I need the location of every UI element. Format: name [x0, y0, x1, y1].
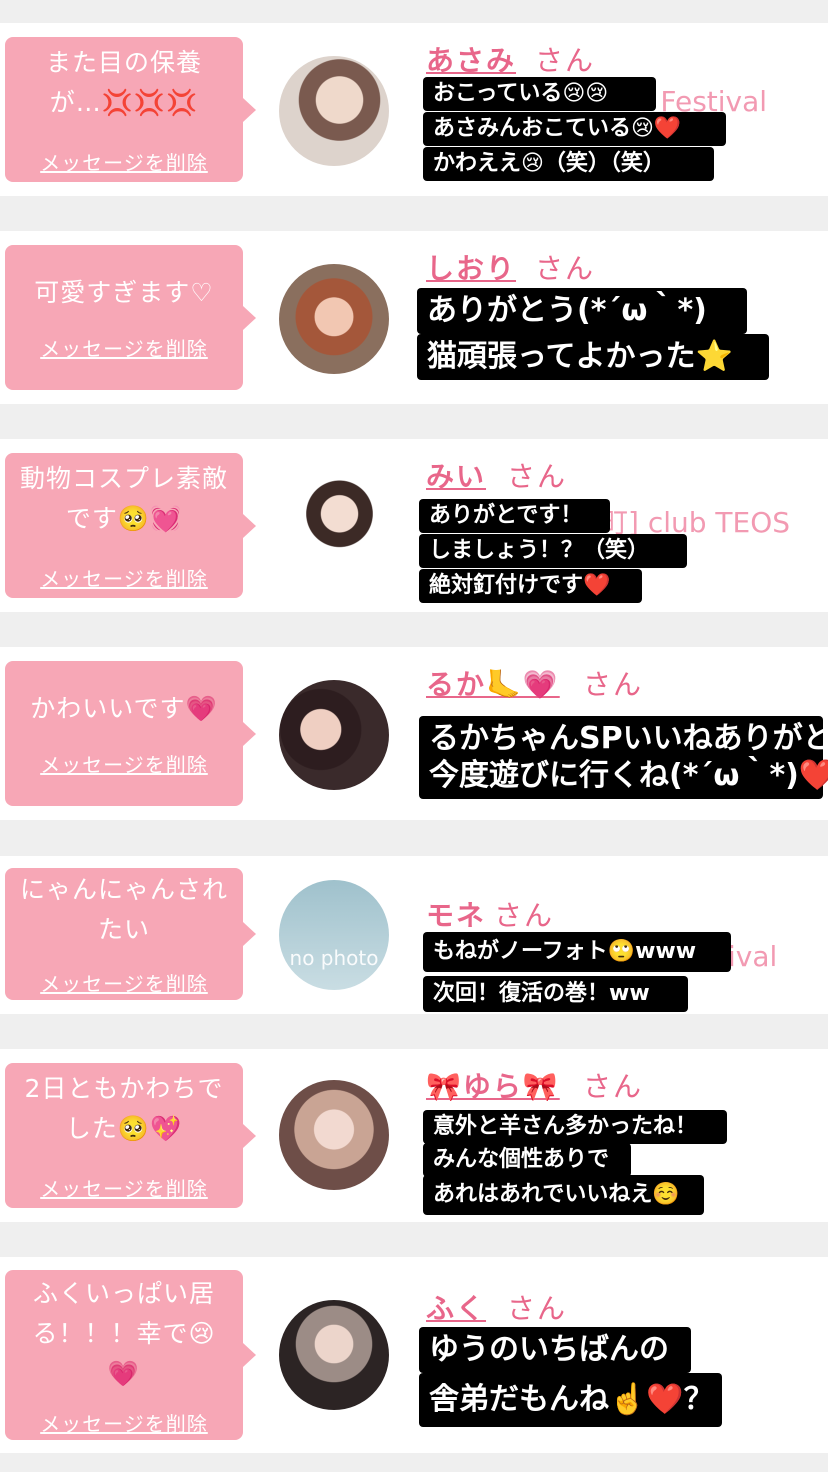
caption-line: 意外と羊さん多かったね！ [423, 1110, 727, 1144]
message-text: にゃんにゃんされ たい [13, 870, 235, 950]
message-line: 2日ともかわちで [24, 1074, 224, 1103]
delete-message-link[interactable]: メッセージを削除 [5, 563, 243, 592]
message-line: ふくいっぱい居 [32, 1279, 215, 1308]
honorific-label: さん [507, 460, 568, 493]
caption-line: もねがノーフォト🙄www [423, 932, 731, 972]
message-line: です🥺💓 [65, 504, 183, 533]
caption-line: あれはあれでいいねえ☺️ [423, 1175, 704, 1215]
avatar[interactable] [279, 264, 389, 374]
honorific-label: さん [583, 668, 644, 701]
cast-name-link[interactable]: ふく [426, 1287, 486, 1327]
caption-line: しましょう！？（笑） [419, 534, 687, 568]
delete-message-link[interactable]: メッセージを削除 [5, 147, 243, 176]
message-card: 動物コスプレ素敵 です🥺💓 メッセージを削除 みい さん 町] club TEO… [0, 439, 828, 612]
cast-name-link[interactable]: るか🦶💗 [426, 663, 560, 703]
cast-name-link[interactable]: あさみ [426, 39, 516, 79]
avatar[interactable] [279, 56, 389, 166]
caption-line: ありがとです！ [419, 499, 610, 533]
message-bubble: また目の保養 が…💢💢💢 メッセージを削除 [5, 37, 256, 182]
cast-name-link[interactable]: 🎀ゆら🎀 [426, 1065, 560, 1105]
no-photo-label: no photo [289, 946, 379, 970]
message-card: 2日ともかわちで した🥺💖 メッセージを削除 🎀ゆら🎀 さん 意外と羊さん多かっ… [0, 1049, 828, 1222]
caption-line: みんな個性ありで [423, 1143, 631, 1177]
honorific-label: さん [583, 1070, 644, 1103]
message-bubble: 2日ともかわちで した🥺💖 メッセージを削除 [5, 1063, 256, 1208]
message-card: 可愛すぎます♡ メッセージを削除 しおり さん ありがとう(*´ω｀*) 猫頑張… [0, 231, 828, 404]
caption-line: あさみんおこている😢❤️ [423, 112, 726, 146]
honorific-label: さん [507, 1292, 568, 1325]
message-card: にゃんにゃんされ たい メッセージを削除 no photo モネ さん ival… [0, 856, 828, 1014]
message-text: ふくいっぱい居 る！！！幸で😢 💗 [13, 1274, 235, 1394]
message-bubble: 可愛すぎます♡ メッセージを削除 [5, 245, 256, 390]
message-line: また目の保養 [45, 48, 202, 77]
message-bubble: ふくいっぱい居 る！！！幸で😢 💗 メッセージを削除 [5, 1270, 256, 1440]
delete-message-link[interactable]: メッセージを削除 [5, 1408, 243, 1437]
avatar[interactable]: no photo [279, 880, 389, 990]
caption-line: ゆうのいちばんの [419, 1327, 691, 1373]
caption-line: 次回！復活の巻！ww [423, 976, 688, 1012]
avatar[interactable] [279, 1300, 389, 1410]
message-line: 可愛すぎます♡ [34, 278, 214, 307]
message-card: ふくいっぱい居 る！！！幸で😢 💗 メッセージを削除 ふく さん ゆうのいちばん… [0, 1257, 828, 1453]
message-bubble: にゃんにゃんされ たい メッセージを削除 [5, 868, 256, 1000]
message-card: また目の保養 が…💢💢💢 メッセージを削除 あさみ さん r Festival … [0, 23, 828, 196]
caption-line: おこっている😢😢 [423, 77, 656, 111]
avatar[interactable] [279, 472, 389, 582]
delete-message-link[interactable]: メッセージを削除 [5, 1173, 243, 1202]
message-line: が…💢💢💢 [49, 88, 199, 117]
caption-line: 猫頑張ってよかった⭐ [417, 334, 769, 380]
message-text: 動物コスプレ素敵 です🥺💓 [13, 459, 235, 539]
message-text: かわいいです💗 [13, 689, 235, 729]
honorific-label: さん [535, 44, 596, 77]
honorific-label: さん [535, 252, 596, 285]
message-bubble: 動物コスプレ素敵 です🥺💓 メッセージを削除 [5, 453, 256, 598]
message-text: 2日ともかわちで した🥺💖 [13, 1069, 235, 1149]
message-line: にゃんにゃんされ [19, 875, 228, 904]
message-text: 可愛すぎます♡ [13, 273, 235, 313]
message-line: 動物コスプレ素敵 [19, 464, 228, 493]
caption-line: 絶対釘付けです❤️ [419, 569, 642, 603]
message-bubble: かわいいです💗 メッセージを削除 [5, 661, 256, 806]
caption-line: 今度遊びに行くね(*´ω｀*)❤️ [419, 753, 828, 799]
message-line: たい [97, 915, 150, 944]
honorific-label: さん [494, 899, 555, 932]
message-line: る！！！幸で😢 [32, 1319, 216, 1348]
message-line: かわいいです💗 [30, 694, 218, 723]
cast-name-link[interactable]: しおり [426, 247, 516, 287]
message-text: また目の保養 が…💢💢💢 [13, 43, 235, 123]
caption-line: かわええ😢（笑）（笑） [423, 147, 714, 181]
caption-line: 舎弟だもんね☝️❤️？ [419, 1373, 722, 1427]
caption-line: ありがとう(*´ω｀*) [417, 288, 747, 334]
avatar[interactable] [279, 1080, 389, 1190]
delete-message-link[interactable]: メッセージを削除 [5, 333, 243, 362]
message-card: かわいいです💗 メッセージを削除 るか🦶💗 さん るかちゃんSPいいねありがと … [0, 647, 828, 820]
cast-name-link[interactable]: みい [426, 455, 486, 495]
delete-message-link[interactable]: メッセージを削除 [5, 968, 243, 997]
message-line: した🥺💖 [65, 1114, 183, 1143]
delete-message-link[interactable]: メッセージを削除 [5, 749, 243, 778]
message-line: 💗 [107, 1359, 141, 1388]
shop-name-text: ival [728, 940, 778, 973]
cast-name-link[interactable]: モネ [426, 894, 486, 934]
avatar[interactable] [279, 680, 389, 790]
